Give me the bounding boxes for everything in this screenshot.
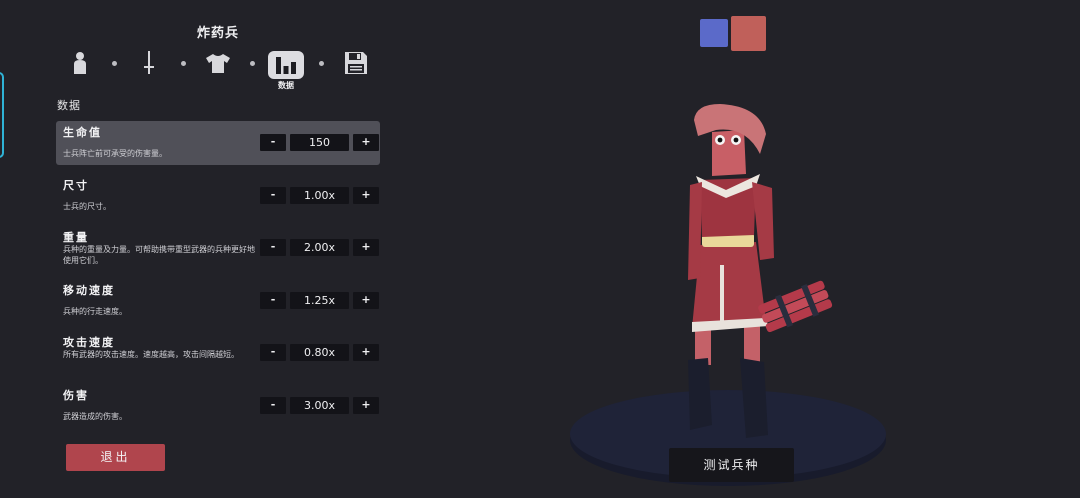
stat-row-weight[interactable]: 重量 兵种的重量及力量。可帮助携带重型武器的兵种更好地使用它们。 - 2.00x…	[56, 226, 380, 270]
exit-button[interactable]: 退出	[66, 444, 165, 471]
unit-model	[688, 104, 833, 438]
tab-clothing[interactable]	[200, 46, 236, 80]
tab-stats-label: 数据	[278, 81, 294, 90]
stat-name: 伤害	[63, 389, 89, 402]
stat-description: 武器造成的伤害。	[63, 412, 127, 421]
bar-chart-icon	[276, 57, 296, 74]
team-color-blue[interactable]	[700, 19, 728, 47]
stat-description: 所有武器的攻击速度。速度越高，攻击间隔越短。	[63, 350, 239, 359]
tab-weapons[interactable]	[131, 46, 167, 80]
decrement-button[interactable]: -	[260, 239, 286, 256]
decrement-button[interactable]: -	[260, 292, 286, 309]
stat-row-damage[interactable]: 伤害 武器造成的伤害。 - 3.00x +	[56, 384, 380, 428]
unit-title: 炸药兵	[196, 26, 239, 41]
decrement-button[interactable]: -	[260, 344, 286, 361]
stat-value[interactable]: 150	[290, 134, 349, 151]
increment-button[interactable]: +	[353, 134, 379, 151]
stat-description: 士兵的尺寸。	[63, 202, 111, 211]
increment-button[interactable]: +	[353, 397, 379, 414]
stat-description: 士兵阵亡前可承受的伤害量。	[63, 149, 167, 158]
tab-stats[interactable]	[268, 51, 304, 79]
stat-value[interactable]: 1.25x	[290, 292, 349, 309]
editor-tabs: 数据	[0, 46, 436, 94]
stat-value[interactable]: 0.80x	[290, 344, 349, 361]
test-unit-button[interactable]: 测试兵种	[669, 448, 794, 482]
stat-name: 攻击速度	[63, 336, 115, 349]
decrement-button[interactable]: -	[260, 134, 286, 151]
stat-value[interactable]: 2.00x	[290, 239, 349, 256]
stat-value[interactable]: 3.00x	[290, 397, 349, 414]
tab-unit-base[interactable]	[62, 46, 98, 80]
increment-button[interactable]: +	[353, 344, 379, 361]
stat-row-move-speed[interactable]: 移动速度 兵种的行走速度。 - 1.25x +	[56, 279, 380, 323]
tab-save[interactable]	[338, 46, 374, 80]
increment-button[interactable]: +	[353, 187, 379, 204]
tab-separator-dot	[112, 61, 117, 66]
stat-name: 重量	[63, 231, 89, 244]
stat-row-health[interactable]: 生命值 士兵阵亡前可承受的伤害量。 - 150 +	[56, 121, 380, 165]
stat-name: 移动速度	[63, 284, 115, 297]
team-color-red[interactable]	[731, 16, 766, 51]
stat-name: 生命值	[63, 126, 102, 139]
increment-button[interactable]: +	[353, 239, 379, 256]
stat-row-attack-speed[interactable]: 攻击速度 所有武器的攻击速度。速度越高，攻击间隔越短。 - 0.80x +	[56, 331, 380, 375]
tab-separator-dot	[181, 61, 186, 66]
decrement-button[interactable]: -	[260, 397, 286, 414]
stat-row-size[interactable]: 尺寸 士兵的尺寸。 - 1.00x +	[56, 174, 380, 218]
stat-value[interactable]: 1.00x	[290, 187, 349, 204]
tab-separator-dot	[319, 61, 324, 66]
stats-section-title: 数据	[57, 99, 81, 112]
decrement-button[interactable]: -	[260, 187, 286, 204]
tab-separator-dot	[250, 61, 255, 66]
sword-icon	[144, 51, 154, 74]
floppy-disk-icon	[345, 52, 367, 74]
person-icon	[74, 52, 86, 74]
stat-description: 兵种的重量及力量。可帮助携带重型武器的兵种更好地使用它们。	[63, 245, 255, 265]
shirt-icon	[206, 54, 230, 73]
unit-preview[interactable]	[560, 90, 900, 498]
increment-button[interactable]: +	[353, 292, 379, 309]
stat-name: 尺寸	[63, 179, 89, 192]
stat-description: 兵种的行走速度。	[63, 307, 127, 316]
